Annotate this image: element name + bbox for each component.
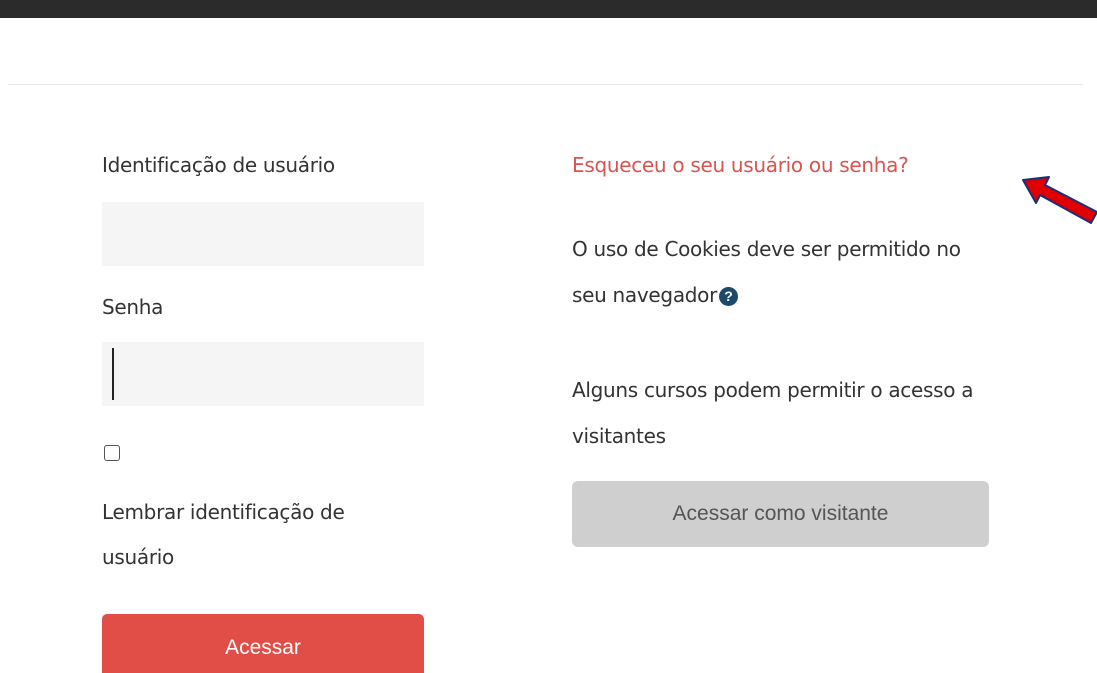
guest-login-button[interactable]: Acessar como visitante: [572, 481, 989, 547]
password-label: Senha: [102, 295, 164, 319]
header-divider: [8, 84, 1083, 85]
remember-username-label[interactable]: Lembrar identificação de usuário: [102, 490, 422, 580]
question-circle-icon[interactable]: ?: [719, 287, 739, 306]
remember-username-checkbox[interactable]: [104, 445, 120, 461]
username-input[interactable]: [102, 202, 424, 266]
cookies-notice: O uso de Cookies deve ser permitido no s…: [572, 226, 992, 318]
cookies-notice-text: O uso de Cookies deve ser permitido no s…: [572, 237, 961, 307]
top-bar: [0, 0, 1097, 18]
login-page: Identificação de usuário Senha Lembrar i…: [0, 0, 1097, 673]
password-input[interactable]: [102, 342, 424, 406]
red-arrow-annotation-icon: [1022, 176, 1097, 224]
forgot-password-link[interactable]: Esqueceu o seu usuário ou senha?: [572, 150, 909, 180]
text-cursor: [112, 348, 114, 400]
username-label: Identificação de usuário: [102, 153, 335, 177]
guest-access-notice: Alguns cursos podem permitir o acesso a …: [572, 378, 974, 448]
login-button[interactable]: Acessar: [102, 614, 424, 673]
